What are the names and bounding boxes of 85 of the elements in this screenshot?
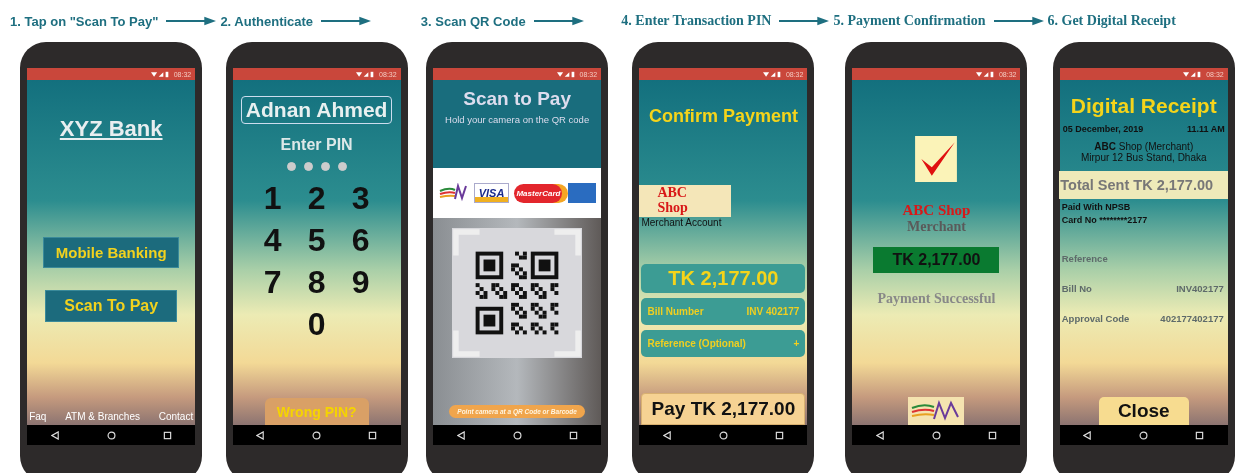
receipt-date: 05 December, 2019 [1062,124,1144,134]
back-icon[interactable] [1083,430,1093,440]
merchant-name: ABC Shop [639,185,732,218]
keypad-key[interactable]: 0 [294,305,339,343]
merchant-line: ABC Shop (Merchant) [1094,141,1194,152]
footer-link[interactable]: ATM & Branches [65,411,140,422]
step-title: 6. Get Digital Receipt [1047,13,1176,29]
merchant-address: Mirpur 12 Bus Stand, Dhaka [1080,152,1207,163]
stripes-logo-icon [438,183,469,203]
recents-icon[interactable] [162,430,172,440]
arrow-icon [321,16,372,26]
home-icon[interactable] [932,430,941,440]
stripes-logo-icon [908,397,965,425]
status-icons-icon [762,70,783,78]
receipt-value: INV402177 [1176,283,1224,294]
back-icon[interactable] [662,430,672,440]
receipt-label: Approval Code [1061,313,1130,324]
scan-subheading: Hold your camera on the QR code [445,114,590,125]
receipt-time: 11.11 AM [1187,124,1225,134]
merchant-name: ABC Shop [902,202,971,219]
receipt-label: Bill No [1061,283,1092,294]
back-icon[interactable] [456,430,466,440]
keypad-key[interactable]: 5 [294,221,339,259]
status-message: Payment Successful [877,291,996,307]
card-logo-icon [567,183,596,203]
home-icon[interactable] [106,430,116,440]
payment-method: Paid With NPSB [1061,202,1131,212]
amount-bar: TK 2,177.00 [641,264,806,294]
receipt-label: Reference [1061,253,1108,264]
merchant-label: Merchant [907,219,966,235]
keypad-key[interactable]: 9 [338,263,383,301]
home-icon[interactable] [512,430,522,440]
recents-icon[interactable] [368,430,378,440]
close-button[interactable]: Close [1098,397,1189,425]
home-icon[interactable] [312,430,322,440]
keypad-key[interactable]: 8 [294,263,339,301]
card-number: Card No ********2177 [1061,215,1148,225]
status-icons-icon [975,70,996,78]
back-icon[interactable] [876,430,885,440]
amount-box: TK 2,177.00 [873,247,1000,273]
screen-heading: Confirm Payment [648,106,798,127]
step-title: 2. Authenticate [220,13,314,29]
footer-link[interactable]: Contact [158,411,194,422]
status-icons-icon [556,70,577,78]
recents-icon[interactable] [1195,430,1205,440]
home-icon[interactable] [718,430,728,440]
field-label: Reference (Optional) [647,338,746,350]
menu-button[interactable]: Mobile Banking [43,237,180,268]
menu-button[interactable]: Scan To Pay [45,290,178,322]
home-icon[interactable] [1139,430,1149,440]
step-title: 4. Enter Transaction PIN [621,13,772,29]
pay-button[interactable]: Pay TK 2,177.00 [641,393,806,425]
pin-prompt: Enter PIN [280,136,353,154]
keypad-key[interactable]: 2 [294,179,339,217]
step-title: 1. Tap on "Scan To Pay" [10,13,159,29]
arrow-icon [779,16,830,26]
keypad-key[interactable]: 7 [250,263,295,301]
user-name-box: Adnan Ahmed [240,96,393,124]
visa-logo: VISA [473,183,510,203]
keypad-key[interactable]: 3 [338,179,383,217]
screen-heading: Digital Receipt [1070,94,1217,118]
recents-icon[interactable] [568,430,578,440]
arrow-icon [993,16,1044,26]
recents-icon[interactable] [774,430,784,440]
back-icon[interactable] [50,430,60,440]
keypad-key[interactable]: 6 [338,221,383,259]
field-label: Bill Number [647,306,704,318]
footer-link[interactable]: Faq [29,411,47,422]
recents-icon[interactable] [988,430,997,440]
receipt-value: 402177402177 [1160,313,1224,324]
step-title: 5. Payment Confirmation [833,13,986,29]
merchant-label: Merchant Account [641,217,722,229]
arrow-icon [533,16,584,26]
check-mark-icon [915,136,958,182]
arrow-icon [166,16,217,26]
keypad-key[interactable]: 1 [250,179,295,217]
field-value: INV 402177 [746,306,800,318]
keypad-key[interactable]: 4 [250,221,295,259]
field-value: + [793,338,800,350]
step-title: 3. Scan QR Code [420,13,526,29]
total-strip: Total Sent TK 2,177.00 [1059,171,1229,199]
bank-title: XYZ Bank [59,116,163,142]
back-icon[interactable] [256,430,266,440]
scan-heading: Scan to Pay [463,88,571,110]
status-icons-icon [150,70,171,78]
